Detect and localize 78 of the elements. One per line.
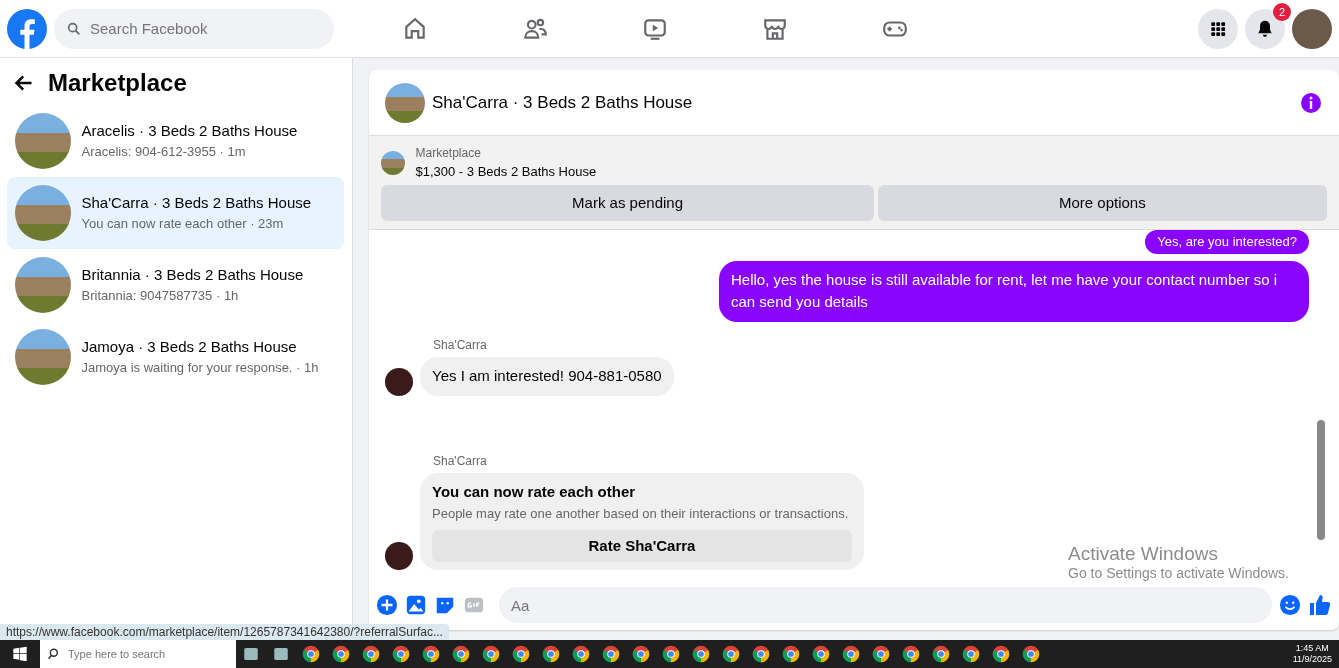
emoji-icon[interactable] — [1279, 594, 1301, 616]
browser-icon[interactable] — [452, 645, 470, 663]
sidebar-title: Marketplace — [48, 68, 187, 98]
action-button[interactable]: Mark as pending — [381, 185, 875, 221]
notification-count: 2 — [1272, 2, 1291, 21]
clock-time: 1:45 AM — [1294, 643, 1330, 654]
taskbar-search-field[interactable]: Type here to search — [40, 640, 236, 668]
search-field[interactable]: Search Facebook — [54, 8, 334, 49]
browser-icon[interactable] — [992, 645, 1010, 663]
user-avatar — [385, 367, 413, 396]
browser-icon[interactable] — [572, 645, 590, 663]
conversation-preview: Britannia: 9047587735 · 1h — [81, 287, 240, 305]
info-icon[interactable] — [1299, 90, 1323, 115]
conversation-title: Britannia · 3 Beds 2 Baths House — [81, 264, 304, 285]
conversation-preview: You can now rate each other · 23m — [81, 215, 285, 233]
browser-icon[interactable] — [392, 645, 410, 663]
browser-icon[interactable] — [842, 645, 860, 663]
link-preview-url: https://www.facebook.com/marketplace/item/1265787341642380/?referralSurfac... — [0, 624, 449, 640]
clock-date: 11/9/2025 — [1292, 654, 1332, 665]
sent-message: Hello, yes the house is still available for rent, let me have your contact number so i can send you details — [719, 260, 1309, 322]
activation-title: Activate Windows — [1068, 543, 1219, 565]
profile-avatar[interactable] — [1292, 8, 1332, 49]
listing-label: Marketplace — [415, 145, 482, 162]
browser-icon[interactable] — [872, 645, 890, 663]
browser-icon[interactable] — [632, 645, 650, 663]
browser-icon[interactable] — [1022, 645, 1040, 663]
browser-icon[interactable] — [902, 645, 920, 663]
rate-button[interactable]: Rate Sha'Carra — [432, 530, 852, 562]
sender-name: Sha'Carra — [433, 452, 488, 470]
browser-icon[interactable] — [512, 645, 530, 663]
conversation-title: Jamoya · 3 Beds 2 Baths House — [81, 336, 298, 357]
app-icon[interactable] — [272, 645, 290, 663]
conversation-preview: Jamoya is waiting for your response. · 1h — [81, 359, 319, 377]
browser-icon[interactable] — [722, 645, 740, 663]
listing-name: $1,300 - 3 Beds 2 Baths House — [415, 163, 597, 181]
house-photo — [381, 150, 405, 175]
windows-start-icon[interactable] — [12, 646, 28, 662]
back-arrow-icon[interactable] — [14, 73, 34, 93]
browser-icon[interactable] — [692, 645, 710, 663]
home-icon — [402, 15, 428, 42]
action-button[interactable]: More options — [877, 185, 1327, 221]
browser-icon[interactable] — [812, 645, 830, 663]
browser-icon[interactable] — [332, 645, 350, 663]
sent-message: Yes, are you interested? — [1145, 230, 1309, 254]
user-avatar — [385, 542, 413, 570]
conversation-item[interactable]: Britannia · 3 Beds 2 Baths House Britannia: 9047587735 · 1h — [7, 248, 344, 321]
conversation-item[interactable]: Aracelis · 3 Beds 2 Baths House Aracelis: 904-612-3955 · 1m — [7, 104, 344, 177]
activation-text: Go to Settings to activate Windows. — [1068, 564, 1289, 581]
sender-name: Sha'Carra — [433, 336, 488, 354]
rating-title: You can now rate each other — [432, 482, 637, 502]
browser-icon[interactable] — [932, 645, 950, 663]
conversation-item[interactable]: Sha'Carra · 3 Beds 2 Baths House You can now rate each other · 23m — [7, 176, 344, 249]
browser-icon[interactable] — [482, 645, 500, 663]
image-icon[interactable] — [405, 594, 427, 616]
menu-button[interactable] — [1198, 8, 1238, 49]
app-icon[interactable] — [242, 645, 260, 663]
conversation-preview: Aracelis: 904-612-3955 · 1m — [81, 143, 247, 161]
message-input-field[interactable]: Aa — [499, 587, 1272, 623]
browser-icon[interactable] — [422, 645, 440, 663]
thumbs-up-icon[interactable] — [1308, 593, 1332, 617]
plus-icon[interactable] — [376, 594, 398, 616]
browser-icon[interactable] — [302, 645, 320, 663]
browser-icon[interactable] — [962, 645, 980, 663]
browser-icon[interactable] — [752, 645, 770, 663]
browser-icon[interactable] — [362, 645, 380, 663]
browser-icon[interactable] — [602, 645, 620, 663]
browser-icon[interactable] — [542, 645, 560, 663]
notifications-button[interactable] — [1245, 8, 1285, 49]
conversation-item[interactable]: Jamoya · 3 Beds 2 Baths House Jamoya is waiting for your response. · 1h — [7, 320, 344, 393]
rating-description: People may rate one another based on their interactions or transactions. — [432, 504, 850, 523]
browser-icon[interactable] — [782, 645, 800, 663]
facebook-logo-icon[interactable] — [7, 8, 47, 49]
house-photo — [385, 82, 425, 123]
browser-icon[interactable] — [662, 645, 680, 663]
conversation-title: Sha'Carra · 3 Beds 2 Baths House — [81, 192, 312, 213]
chat-title: Sha'Carra · 3 Beds 2 Baths House — [432, 91, 693, 114]
received-message: Yes I am interested! 904-881-0580 — [420, 357, 674, 396]
conversation-title: Aracelis · 3 Beds 2 Baths House — [81, 120, 298, 141]
